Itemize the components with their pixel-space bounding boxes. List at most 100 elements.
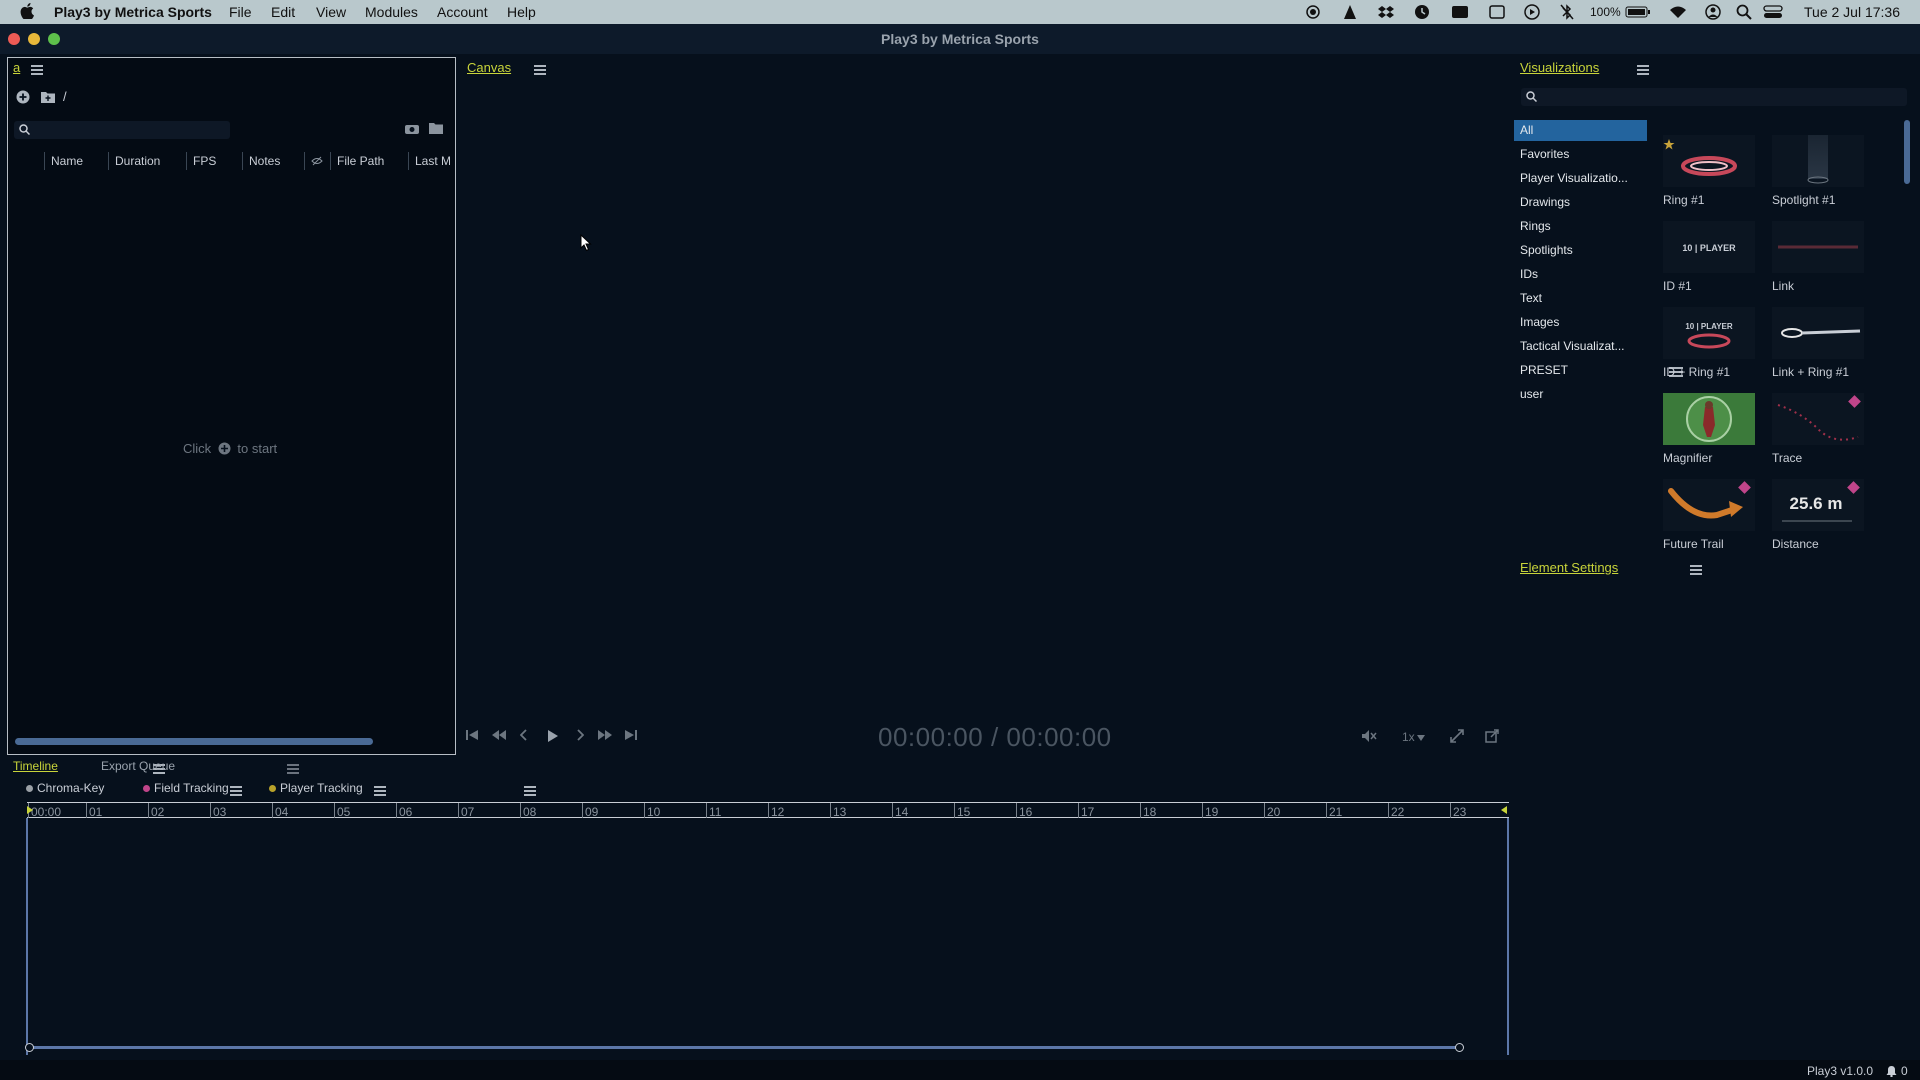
- track-player-tracking[interactable]: Player Tracking: [269, 781, 363, 795]
- category-all[interactable]: All: [1520, 123, 1533, 137]
- column-select[interactable]: [13, 152, 45, 170]
- category-rings[interactable]: Rings: [1520, 219, 1551, 233]
- visualizations-menu-icon[interactable]: [1636, 65, 1649, 75]
- skip-to-start-icon[interactable]: [465, 729, 479, 741]
- category-user[interactable]: user: [1520, 387, 1543, 401]
- column-visibility[interactable]: [305, 152, 331, 170]
- category-preset[interactable]: PRESET: [1520, 363, 1568, 377]
- track-field-tracking[interactable]: Field Tracking: [143, 781, 229, 795]
- category-images[interactable]: Images: [1520, 315, 1559, 329]
- visualizations-tab[interactable]: Visualizations: [1520, 60, 1599, 75]
- step-forward-icon[interactable]: [576, 729, 584, 741]
- camera-icon[interactable]: [404, 123, 420, 135]
- thumb-spotlight-1[interactable]: [1772, 135, 1864, 187]
- thumb-link[interactable]: [1772, 221, 1864, 273]
- export-queue-menu-icon[interactable]: [286, 764, 299, 774]
- control-center-icon[interactable]: [1763, 4, 1785, 20]
- browser-horizontal-scrollbar[interactable]: [15, 738, 373, 745]
- battery-icon[interactable]: [1625, 6, 1651, 18]
- clock-app-icon[interactable]: [1414, 4, 1430, 20]
- column-name[interactable]: Name: [45, 152, 109, 170]
- bell-icon[interactable]: [1886, 1065, 1897, 1077]
- timeline-tab[interactable]: Timeline: [13, 759, 58, 773]
- playback-speed[interactable]: 1x: [1402, 730, 1425, 744]
- record-icon[interactable]: [1306, 5, 1320, 19]
- visualizations-scrollbar[interactable]: [1904, 120, 1910, 184]
- thumb-future-trail[interactable]: [1663, 479, 1755, 531]
- timeline-range-bar[interactable]: [28, 1046, 1462, 1049]
- fast-forward-icon[interactable]: [597, 729, 613, 741]
- spotlight-search-icon[interactable]: [1736, 4, 1752, 20]
- rewind-icon[interactable]: [491, 729, 507, 741]
- vlc-icon[interactable]: [1342, 4, 1358, 20]
- category-text[interactable]: Text: [1520, 291, 1542, 305]
- play-icon[interactable]: [547, 729, 559, 743]
- export-queue-tab[interactable]: Export Queue: [101, 759, 175, 773]
- category-favorites[interactable]: Favorites: [1520, 147, 1569, 161]
- fullscreen-icon[interactable]: [1450, 729, 1464, 743]
- popout-icon[interactable]: [1485, 729, 1499, 743]
- folder-open-icon[interactable]: [428, 122, 444, 135]
- element-settings-tab[interactable]: Element Settings: [1520, 560, 1618, 575]
- column-duration[interactable]: Duration: [109, 152, 187, 170]
- dropbox-icon[interactable]: [1378, 5, 1394, 19]
- column-file-path[interactable]: File Path: [331, 152, 409, 170]
- range-start-handle[interactable]: [25, 1043, 34, 1052]
- bluetooth-off-icon[interactable]: [1560, 4, 1574, 20]
- folder-icon[interactable]: [40, 90, 56, 104]
- track-chroma-key[interactable]: Chroma-Key: [26, 781, 104, 795]
- skip-to-end-icon[interactable]: [624, 729, 638, 741]
- wifi-icon[interactable]: [1669, 5, 1687, 19]
- playhead-end-marker[interactable]: [1501, 806, 1507, 814]
- playhead-start-marker[interactable]: [27, 806, 33, 814]
- menu-view[interactable]: View: [316, 4, 346, 20]
- thumb-link-ring-1[interactable]: [1772, 307, 1864, 359]
- category-ids[interactable]: IDs: [1520, 267, 1538, 281]
- browser-tab[interactable]: a: [13, 60, 20, 75]
- category-player-visualizations[interactable]: Player Visualizatio...: [1520, 171, 1628, 185]
- menu-file[interactable]: File: [229, 4, 252, 20]
- user-icon[interactable]: [1705, 4, 1721, 20]
- menu-account[interactable]: Account: [437, 4, 488, 20]
- menu-modules[interactable]: Modules: [365, 4, 418, 20]
- apple-icon[interactable]: [20, 3, 34, 19]
- step-back-icon[interactable]: [520, 729, 528, 741]
- viz-label-future-trail: Future Trail: [1663, 537, 1724, 551]
- element-settings-menu-icon[interactable]: [1689, 565, 1702, 575]
- browser-search-input[interactable]: [14, 121, 230, 139]
- column-fps[interactable]: FPS: [187, 152, 243, 170]
- thumb-magnifier[interactable]: [1663, 393, 1755, 445]
- browser-path[interactable]: /: [63, 89, 67, 104]
- player-tracking-menu-icon[interactable]: [524, 786, 537, 796]
- thumb-id-ring-1[interactable]: 10 | PLAYER: [1663, 307, 1755, 359]
- category-spotlights[interactable]: Spotlights: [1520, 243, 1573, 257]
- play-circle-icon[interactable]: [1524, 4, 1540, 20]
- thumb-id-1[interactable]: 10 | PLAYER: [1663, 221, 1755, 273]
- add-circle-icon[interactable]: [218, 442, 231, 455]
- video-canvas[interactable]: [459, 54, 1507, 758]
- thumb-trace[interactable]: [1772, 393, 1864, 445]
- ruler-tick: 18: [1139, 803, 1157, 819]
- field-tracking-menu-icon[interactable]: [373, 786, 386, 796]
- menubar-clock[interactable]: Tue 2 Jul 17:36: [1804, 4, 1900, 20]
- viz-label-distance: Distance: [1772, 537, 1819, 551]
- visualizations-search-input[interactable]: [1521, 88, 1907, 106]
- thumb-ring-1[interactable]: [1663, 135, 1755, 187]
- menu-edit[interactable]: Edit: [271, 4, 295, 20]
- keyboard-icon[interactable]: [1451, 5, 1469, 19]
- app-menu[interactable]: Play3 by Metrica Sports: [54, 4, 212, 20]
- column-last-modified[interactable]: Last M: [409, 152, 450, 170]
- browser-menu-icon[interactable]: [31, 65, 43, 75]
- chroma-key-menu-icon[interactable]: [230, 786, 243, 796]
- thumb-distance[interactable]: 25.6 m: [1772, 479, 1864, 531]
- display-icon[interactable]: [1489, 4, 1505, 20]
- range-end-handle[interactable]: [1455, 1043, 1464, 1052]
- timeline-ruler[interactable]: 00:00 01 02 03 04 05 06 07 08 09 10 11 1…: [27, 802, 1509, 819]
- timeline-tracks-area[interactable]: [26, 818, 1509, 1055]
- menu-help[interactable]: Help: [507, 4, 536, 20]
- category-drawings[interactable]: Drawings: [1520, 195, 1570, 209]
- category-tactical-visualizations[interactable]: Tactical Visualizat...: [1520, 339, 1625, 353]
- mute-icon[interactable]: [1361, 729, 1377, 743]
- add-circle-icon[interactable]: [16, 90, 30, 104]
- column-notes[interactable]: Notes: [243, 152, 305, 170]
